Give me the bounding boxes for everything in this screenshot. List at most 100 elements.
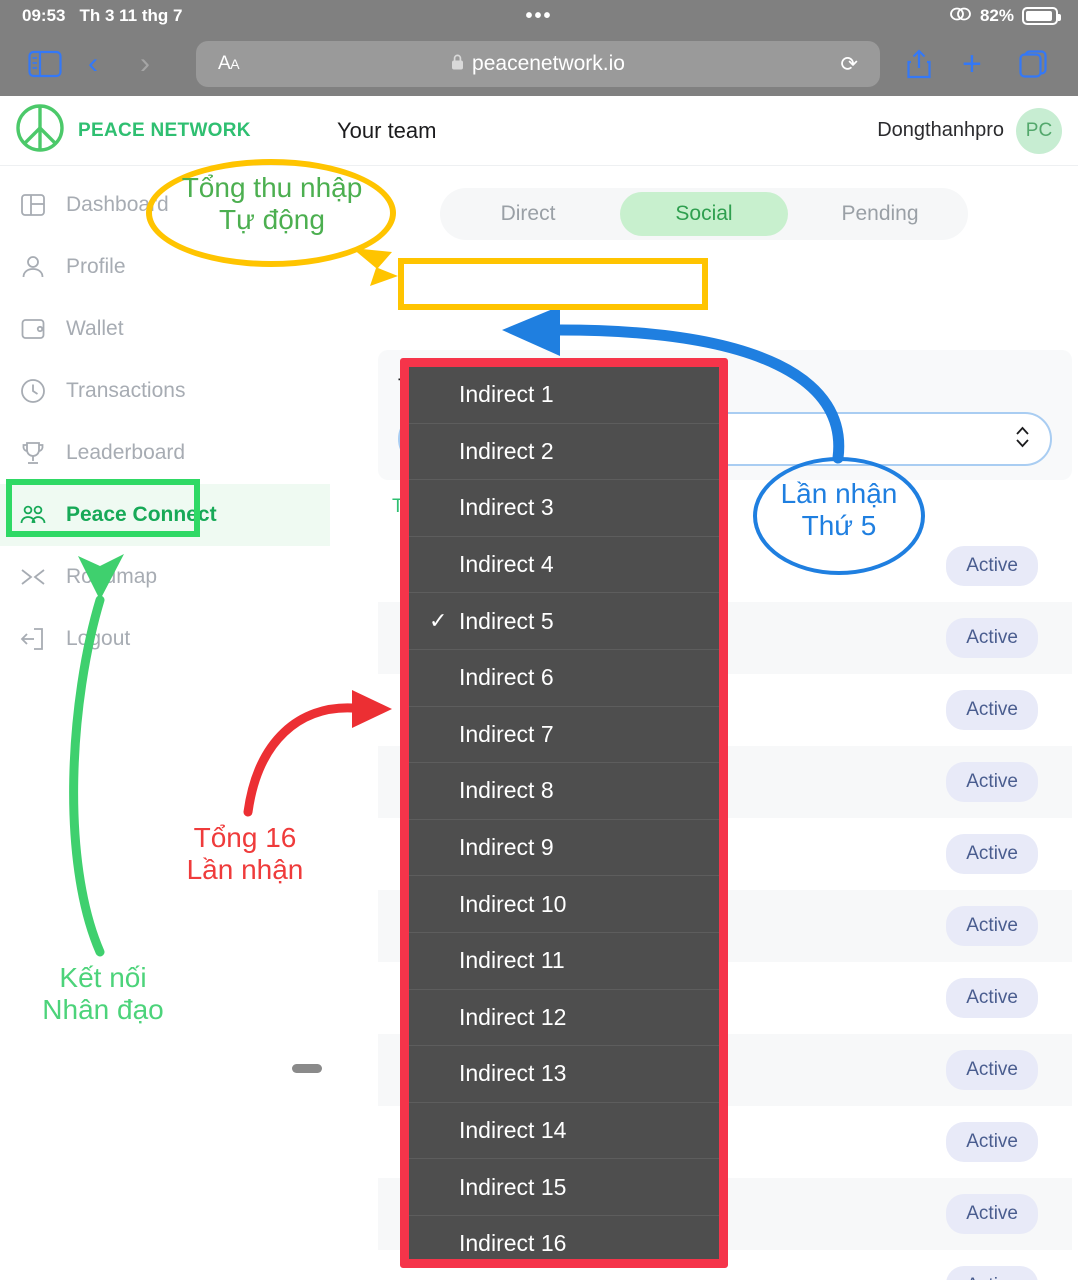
status-time: 09:53 [22, 6, 66, 25]
dropdown-option[interactable]: ✓Indirect 6 [409, 650, 719, 707]
status-badge: Active [946, 906, 1038, 946]
dropdown-option[interactable]: ✓Indirect 7 [409, 707, 719, 764]
sidebar-item-roadmap[interactable]: Roadmap [0, 546, 330, 608]
dropdown-option-label: Indirect 6 [459, 664, 554, 691]
sidebar-item-logout[interactable]: Logout [0, 608, 330, 670]
status-badge: Active [946, 618, 1038, 658]
status-badge: Active [946, 690, 1038, 730]
status-dots-icon: ••• [525, 5, 553, 27]
dropdown-option-label: Indirect 5 [459, 607, 554, 634]
sidebar-item-label: Peace Connect [66, 503, 217, 526]
sidebar-item-wallet[interactable]: Wallet [0, 298, 330, 360]
dropdown-option[interactable]: ✓Indirect 3 [409, 480, 719, 537]
green-annotation-line2: Nhân đạo [42, 994, 164, 1026]
sidebar-item-transactions[interactable]: Transactions [0, 360, 330, 422]
dropdown-option-label: Indirect 11 [459, 947, 565, 974]
dropdown-option[interactable]: ✓Indirect 9 [409, 820, 719, 877]
peace-symbol-logo-icon [14, 102, 66, 159]
avatar[interactable]: PC [1016, 107, 1062, 154]
new-tab-button[interactable]: + [962, 47, 982, 81]
tab-direct[interactable]: Direct [444, 192, 612, 236]
dropdown-option-label: Indirect 15 [459, 1173, 567, 1200]
reload-button[interactable]: ⟳ [840, 52, 858, 77]
status-badge: Active [946, 1050, 1038, 1090]
user-name: Dongthanhpro [877, 119, 1004, 141]
dropdown-option[interactable]: ✓Indirect 16 [409, 1216, 719, 1259]
url-text: peacenetwork.io [472, 52, 625, 75]
brand[interactable]: PEACE NETWORK [14, 102, 251, 159]
sidebar-item-label: Logout [66, 627, 131, 650]
red-annotation-line1: Tổng 16 [193, 822, 297, 853]
status-badge: Active [946, 1122, 1038, 1162]
dropdown-option[interactable]: ✓Indirect 13 [409, 1046, 719, 1103]
tab-pending[interactable]: Pending [796, 192, 964, 236]
dropdown-option[interactable]: ✓Indirect 8 [409, 763, 719, 820]
sidebar-resize-handle[interactable] [292, 1064, 322, 1073]
address-bar-content: peacenetwork.io [196, 52, 880, 76]
dropdown-option[interactable]: ✓Indirect 14 [409, 1103, 719, 1160]
status-bar-right: 82% [950, 6, 1061, 27]
sidebar-item-label: Leaderboard [66, 441, 186, 464]
select-dropdown-popup[interactable]: ✓Indirect 1 ✓Indirect 2 ✓Indirect 3 ✓Ind… [400, 358, 728, 1268]
dropdown-option-label: Indirect 8 [459, 777, 554, 804]
tabs-icon[interactable] [1018, 49, 1048, 79]
yellow-annotation-line2: Tự động [219, 204, 325, 236]
sidebar-item-label: Transactions [66, 379, 186, 402]
trophy-icon [18, 438, 48, 468]
sidebar-item-profile[interactable]: Profile [0, 236, 330, 298]
brand-name: PEACE NETWORK [78, 119, 251, 141]
yellow-annotation-text: Tổng thu nhập Tự động [152, 172, 392, 236]
status-badge: Active [946, 1194, 1038, 1234]
logout-icon [18, 624, 48, 654]
status-badge: Active [946, 978, 1038, 1018]
sidebar-item-label: Wallet [66, 317, 124, 340]
address-bar[interactable]: AA peacenetwork.io ⟳ [196, 41, 880, 87]
yellow-annotation-line1: Tổng thu nhập [181, 172, 363, 203]
dropdown-option[interactable]: ✓Indirect 12 [409, 990, 719, 1047]
roadmap-icon [18, 562, 48, 592]
dropdown-option[interactable]: ✓Indirect 11 [409, 933, 719, 990]
dashboard-icon [18, 190, 48, 220]
status-badge: Active [946, 762, 1038, 802]
battery-percent: 82% [979, 6, 1014, 25]
blue-annotation-line1: Lần nhận [780, 478, 898, 509]
dropdown-option-label: Indirect 2 [459, 437, 554, 464]
segmented-tabs: Direct Social Pending [440, 188, 968, 240]
dropdown-option-label: Indirect 7 [459, 720, 554, 747]
sidebar-item-peace-connect[interactable]: Peace Connect [0, 484, 330, 546]
clock-icon [18, 376, 48, 406]
red-annotation-text: Tổng 16 Lần nhận [140, 822, 350, 886]
share-icon[interactable] [905, 48, 933, 80]
dropdown-option-selected[interactable]: ✓ Indirect 5 [409, 593, 719, 650]
dropdown-option[interactable]: ✓Indirect 10 [409, 876, 719, 933]
forward-button[interactable]: › [140, 47, 150, 81]
screen: 09:53 Th 3 11 thg 7 ••• 82% ‹ › AA peace… [0, 0, 1078, 1280]
app-header: PEACE NETWORK Your team Dongthanhpro PC [0, 96, 1078, 166]
sidebar-toggle-icon[interactable] [28, 50, 62, 78]
battery-icon [1022, 7, 1061, 25]
status-badge: Active [946, 1266, 1038, 1280]
green-annotation-line1: Kết nối [59, 962, 147, 993]
wallet-icon [18, 314, 48, 344]
dropdown-option-label: Indirect 4 [459, 551, 554, 578]
blue-annotation-text: Lần nhận Thứ 5 [757, 478, 921, 542]
dropdown-option-label: Indirect 10 [459, 890, 567, 917]
ios-status-bar: 09:53 Th 3 11 thg 7 ••• 82% [0, 0, 1078, 32]
blue-annotation-line2: Thứ 5 [801, 510, 877, 542]
user-menu[interactable]: Dongthanhpro PC [877, 107, 1062, 154]
dropdown-option-label: Indirect 13 [459, 1060, 567, 1087]
dropdown-option[interactable]: ✓Indirect 15 [409, 1159, 719, 1216]
red-annotation-line2: Lần nhận [186, 854, 304, 886]
dropdown-option[interactable]: ✓Indirect 2 [409, 424, 719, 481]
screen-mirroring-icon [950, 6, 972, 27]
lock-icon [451, 54, 464, 74]
sidebar: Dashboard Profile Wallet Transactions Le… [0, 166, 330, 1280]
tab-social[interactable]: Social [620, 192, 788, 236]
chevron-updown-icon [1015, 426, 1030, 453]
dropdown-option[interactable]: ✓Indirect 4 [409, 537, 719, 594]
status-date: Th 3 11 thg 7 [79, 6, 183, 25]
dropdown-option[interactable]: ✓Indirect 1 [409, 367, 719, 424]
back-button[interactable]: ‹ [88, 47, 98, 81]
sidebar-item-leaderboard[interactable]: Leaderboard [0, 422, 330, 484]
dropdown-option-label: Indirect 3 [459, 494, 554, 521]
